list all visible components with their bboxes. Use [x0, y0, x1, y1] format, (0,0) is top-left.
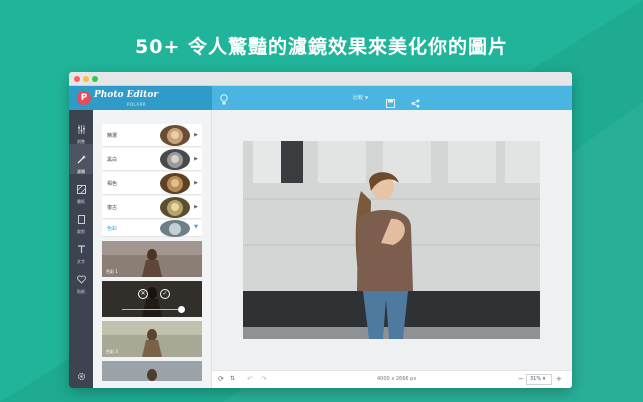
sliders-icon [77, 119, 86, 138]
filter-category-name: 褐色 [107, 181, 118, 187]
headline: 50+ 令人驚豔的濾鏡效果來美化你的圖片 [135, 36, 508, 58]
intensity-slider[interactable] [122, 309, 184, 310]
zoom-in-button[interactable]: + [556, 375, 562, 383]
undo-icon[interactable]: ↶ [247, 375, 253, 383]
crop-icon [77, 209, 86, 228]
app-toolbar: P Photo Editor POLARR 比較 ▼ [69, 86, 572, 110]
chevron-right-icon: ▶ [194, 132, 198, 138]
logo-name: Photo Editor [94, 90, 159, 100]
preset-label: 色彩 3 [106, 349, 118, 354]
filter-thumbnail [160, 173, 190, 194]
logo: P Photo Editor POLARR [69, 86, 212, 110]
text-icon [77, 239, 86, 258]
settings-button[interactable] [69, 366, 93, 381]
image-dimensions: 4000 x 2666 px [377, 376, 417, 382]
filter-category-row[interactable]: 精選 ▶ [102, 124, 202, 147]
filter-panel: 精選 ▶ 黑白 ▶ 褐色 ▶ 復古 ▶ 色彩 ▼ 色彩 1 ✕ ✓ 色彩 3 [93, 110, 212, 388]
zoom-value: 31% [530, 376, 542, 382]
filter-category-row[interactable]: 黑白 ▶ [102, 148, 202, 171]
close-icon[interactable]: ✕ [138, 289, 148, 299]
minimize-window-button[interactable] [83, 76, 89, 82]
preset-label: 色彩 1 [106, 269, 118, 274]
chevron-right-icon: ▶ [194, 156, 198, 162]
chevron-right-icon: ▶ [194, 180, 198, 186]
left-nav: 調整 濾鏡 畫框 裁剪 文字 貼紙 [69, 110, 93, 388]
frame-icon [76, 179, 86, 198]
filter-category-name: 復古 [107, 205, 118, 211]
filter-preset[interactable] [102, 361, 202, 381]
photo-image [243, 141, 540, 339]
filter-thumbnail [160, 125, 190, 146]
chevron-down-icon: ▼ [365, 95, 369, 100]
nav-label: 濾鏡 [77, 169, 85, 174]
preset-thumbnail [102, 361, 202, 381]
nav-item-crop[interactable]: 裁剪 [69, 206, 93, 234]
photo-canvas[interactable] [243, 141, 540, 339]
filter-category-row[interactable]: 復古 ▶ [102, 196, 202, 219]
canvas-area [212, 110, 572, 370]
chevron-right-icon: ▶ [194, 204, 198, 210]
zoom-select[interactable]: 31% ▾ [526, 374, 552, 385]
lightbulb-icon[interactable] [220, 91, 228, 110]
filter-category-row[interactable]: 褐色 ▶ [102, 172, 202, 195]
check-icon[interactable]: ✓ [160, 289, 170, 299]
rotate-icon[interactable]: ⟳ [218, 375, 224, 383]
filter-preset[interactable]: 色彩 1 [102, 241, 202, 277]
nav-item-stickers[interactable]: 貼紙 [69, 266, 93, 294]
logo-badge: P [77, 91, 91, 105]
filter-thumbnail [160, 220, 190, 237]
filter-category-name: 色彩 [107, 226, 118, 232]
filter-preset[interactable]: 色彩 3 [102, 321, 202, 357]
nav-label: 文字 [77, 259, 85, 264]
zoom-window-button[interactable] [92, 76, 98, 82]
logo-subtitle: POLARR [127, 102, 147, 107]
compare-label: 比較 [353, 95, 364, 101]
flip-icon[interactable]: ⇅ [230, 375, 235, 382]
status-bar: ⟳ ⇅ ↶ ↷ 4000 x 2666 px − 31% ▾ + [212, 370, 572, 388]
chevron-down-icon: ▼ [194, 224, 198, 230]
nav-item-filters[interactable]: 濾鏡 [69, 144, 93, 174]
nav-label: 裁剪 [77, 229, 85, 234]
close-window-button[interactable] [74, 76, 80, 82]
nav-item-text[interactable]: 文字 [69, 236, 93, 264]
filter-preset[interactable]: ✕ ✓ [102, 281, 202, 317]
nav-label: 貼紙 [77, 289, 85, 294]
zoom-out-button[interactable]: − [518, 375, 524, 383]
filter-thumbnail [160, 197, 190, 218]
compare-button[interactable]: 比較 ▼ [353, 86, 368, 110]
wand-icon [77, 149, 86, 168]
redo-icon[interactable]: ↷ [261, 375, 267, 383]
heart-icon [76, 269, 86, 288]
window-titlebar [69, 72, 572, 86]
filter-category-name: 黑白 [107, 157, 118, 163]
app-window: P Photo Editor POLARR 比較 ▼ 調整 濾鏡 畫框 裁剪 文… [69, 72, 572, 388]
slider-handle[interactable] [178, 306, 185, 313]
preset-edit-overlay [102, 281, 202, 317]
filter-category-row[interactable]: 色彩 ▼ [102, 220, 202, 237]
nav-item-frame[interactable]: 畫框 [69, 176, 93, 204]
filter-category-name: 精選 [107, 133, 118, 139]
filter-thumbnail [160, 149, 190, 170]
nav-item-adjust[interactable]: 調整 [69, 116, 93, 144]
gear-icon [77, 366, 86, 385]
nav-label: 畫框 [77, 199, 85, 204]
